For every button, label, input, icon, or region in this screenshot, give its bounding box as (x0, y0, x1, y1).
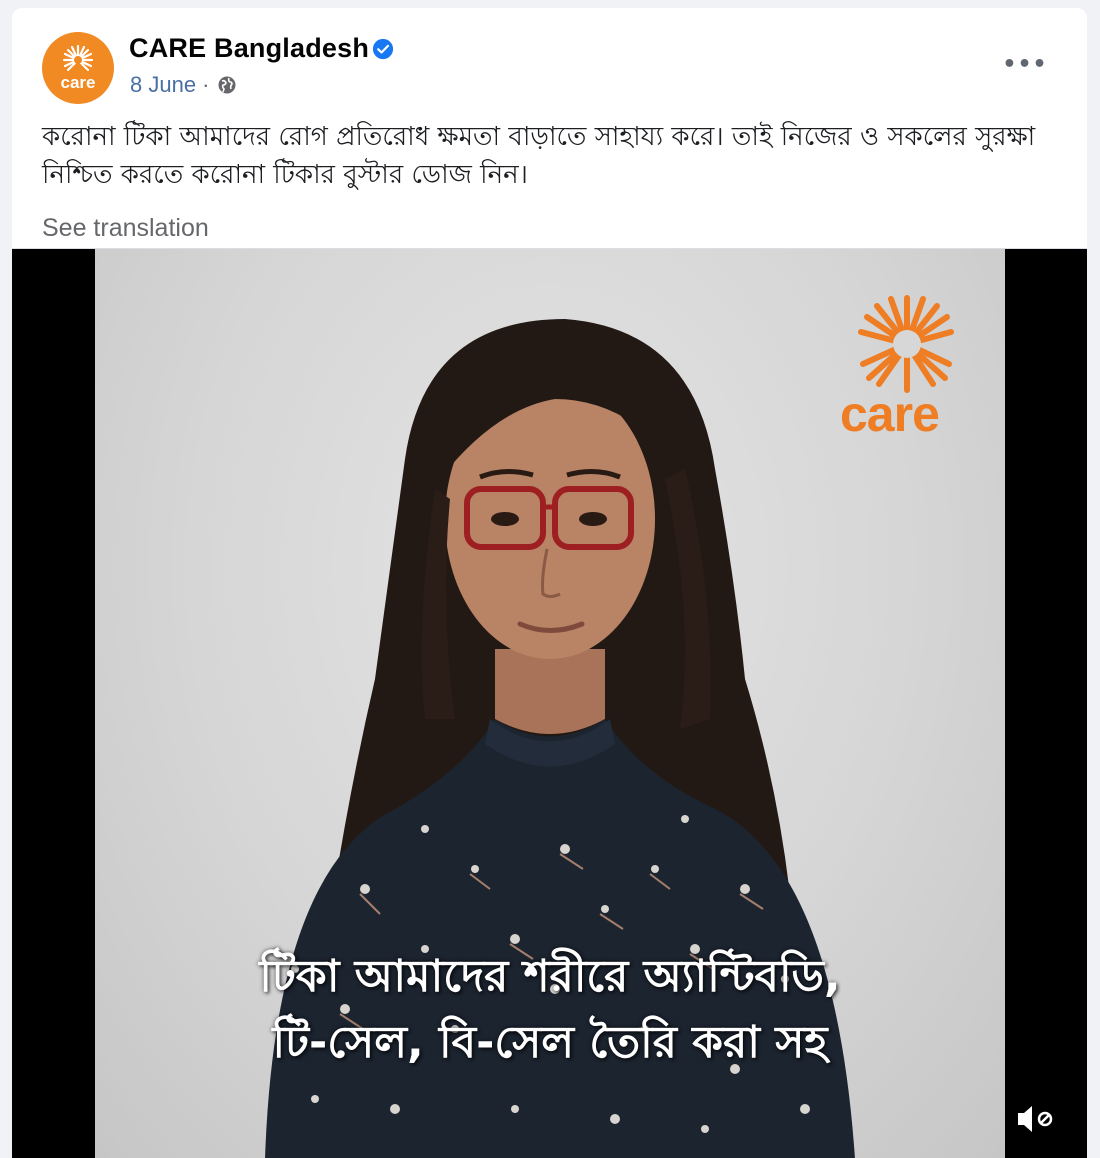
care-logo-icon: care (61, 44, 96, 92)
page-avatar[interactable]: care (42, 32, 114, 104)
meta-separator: · (202, 72, 210, 97)
subtitle-line: টিকা আমাদের শরীরে অ্যান্টিবডি, (259, 951, 841, 1002)
verified-badge-icon (372, 38, 394, 60)
muted-speaker-icon[interactable] (1012, 1099, 1056, 1139)
video-player[interactable]: care টিকা আমাদের শরীরে অ্যান্টিবডি, টি-স… (12, 248, 1087, 1158)
page-name-link[interactable]: CARE Bangladesh (129, 33, 369, 64)
post-message-line: নিশ্চিত করতে করোনা টিকার বুস্টার ডোজ নিন… (42, 160, 528, 190)
post-message: করোনা টিকা আমাদের রোগ প্রতিরোধ ক্ষমতা বা… (42, 118, 1062, 194)
feed-post: care CARE Bangladesh 8 June · ••• করোনা … (12, 8, 1087, 1158)
svg-text:care: care (61, 73, 96, 92)
subtitle-line: টি-সেল, বি-সেল তৈরি করা সহ (272, 1017, 828, 1068)
post-message-line: করোনা টিকা আমাদের রোগ প্রতিরোধ ক্ষমতা বা… (42, 122, 1036, 152)
care-watermark-text: care (840, 386, 940, 442)
post-meta: 8 June · (130, 72, 237, 98)
globe-icon (218, 76, 236, 94)
more-options-icon: ••• (1002, 51, 1048, 77)
video-frame: care টিকা আমাদের শরীরে অ্যান্টিবডি, টি-স… (95, 249, 1005, 1158)
post-date-link[interactable]: 8 June (130, 72, 196, 98)
video-subtitles: টিকা আমাদের শরীরে অ্যান্টিবডি, টি-সেল, ব… (95, 944, 1005, 1076)
see-translation-link[interactable]: See translation (42, 214, 209, 243)
more-options-button[interactable]: ••• (1002, 48, 1048, 80)
